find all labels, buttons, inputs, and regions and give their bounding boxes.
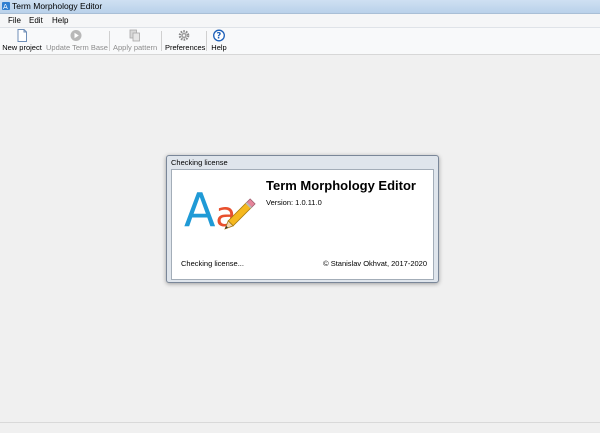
preferences-button[interactable]: Preferences [165, 29, 206, 53]
menu-help[interactable]: Help [49, 14, 71, 27]
svg-text:A: A [3, 3, 8, 10]
product-name: Term Morphology Editor [266, 178, 416, 193]
update-term-base-button[interactable]: Update Term Base [46, 29, 108, 53]
new-document-icon [17, 29, 27, 42]
license-status-text: Checking license... [181, 259, 244, 268]
svg-text:?: ? [216, 32, 221, 42]
app-logo: Aa [182, 180, 264, 250]
logo-letters-text: Aa [184, 183, 236, 237]
title-bar[interactable]: A Term Morphology Editor [0, 0, 600, 14]
help-label: Help [211, 43, 227, 52]
toolbar-separator [109, 31, 110, 51]
new-project-label: New project [2, 43, 42, 52]
toolbar-separator [206, 31, 207, 51]
dialog-body: Aa Term Morphology Editor Version: 1.0.1… [171, 169, 434, 280]
version-text: Version: 1.0.11.0 [266, 198, 322, 207]
menu-bar: File Edit Help [0, 14, 600, 28]
apply-pattern-label: Apply pattern [113, 43, 158, 52]
help-button[interactable]: ? Help [209, 29, 229, 53]
app-icon: A [2, 2, 10, 10]
new-project-button[interactable]: New project [2, 29, 42, 53]
license-dialog: Checking license Aa Term Morphology Edit… [166, 155, 439, 283]
toolbar: New project Update Term Base Apply patte… [0, 28, 600, 55]
menu-edit[interactable]: Edit [26, 14, 46, 27]
logo-pencil-icon: Aa [184, 183, 256, 237]
menu-file[interactable]: File [5, 14, 24, 27]
copyright-text: © Stanislav Okhvat, 2017-2020 [323, 259, 427, 268]
play-icon [70, 30, 82, 41]
preferences-label: Preferences [165, 43, 206, 52]
window-title: Term Morphology Editor [12, 1, 103, 11]
update-term-base-label: Update Term Base [46, 43, 108, 52]
toolbar-separator [161, 31, 162, 51]
copy-pages-icon [129, 29, 140, 42]
gear-icon [178, 30, 190, 41]
dialog-title: Checking license [171, 158, 228, 167]
apply-pattern-button[interactable]: Apply pattern [113, 29, 157, 53]
help-icon: ? [213, 29, 225, 42]
status-bar [0, 422, 600, 433]
